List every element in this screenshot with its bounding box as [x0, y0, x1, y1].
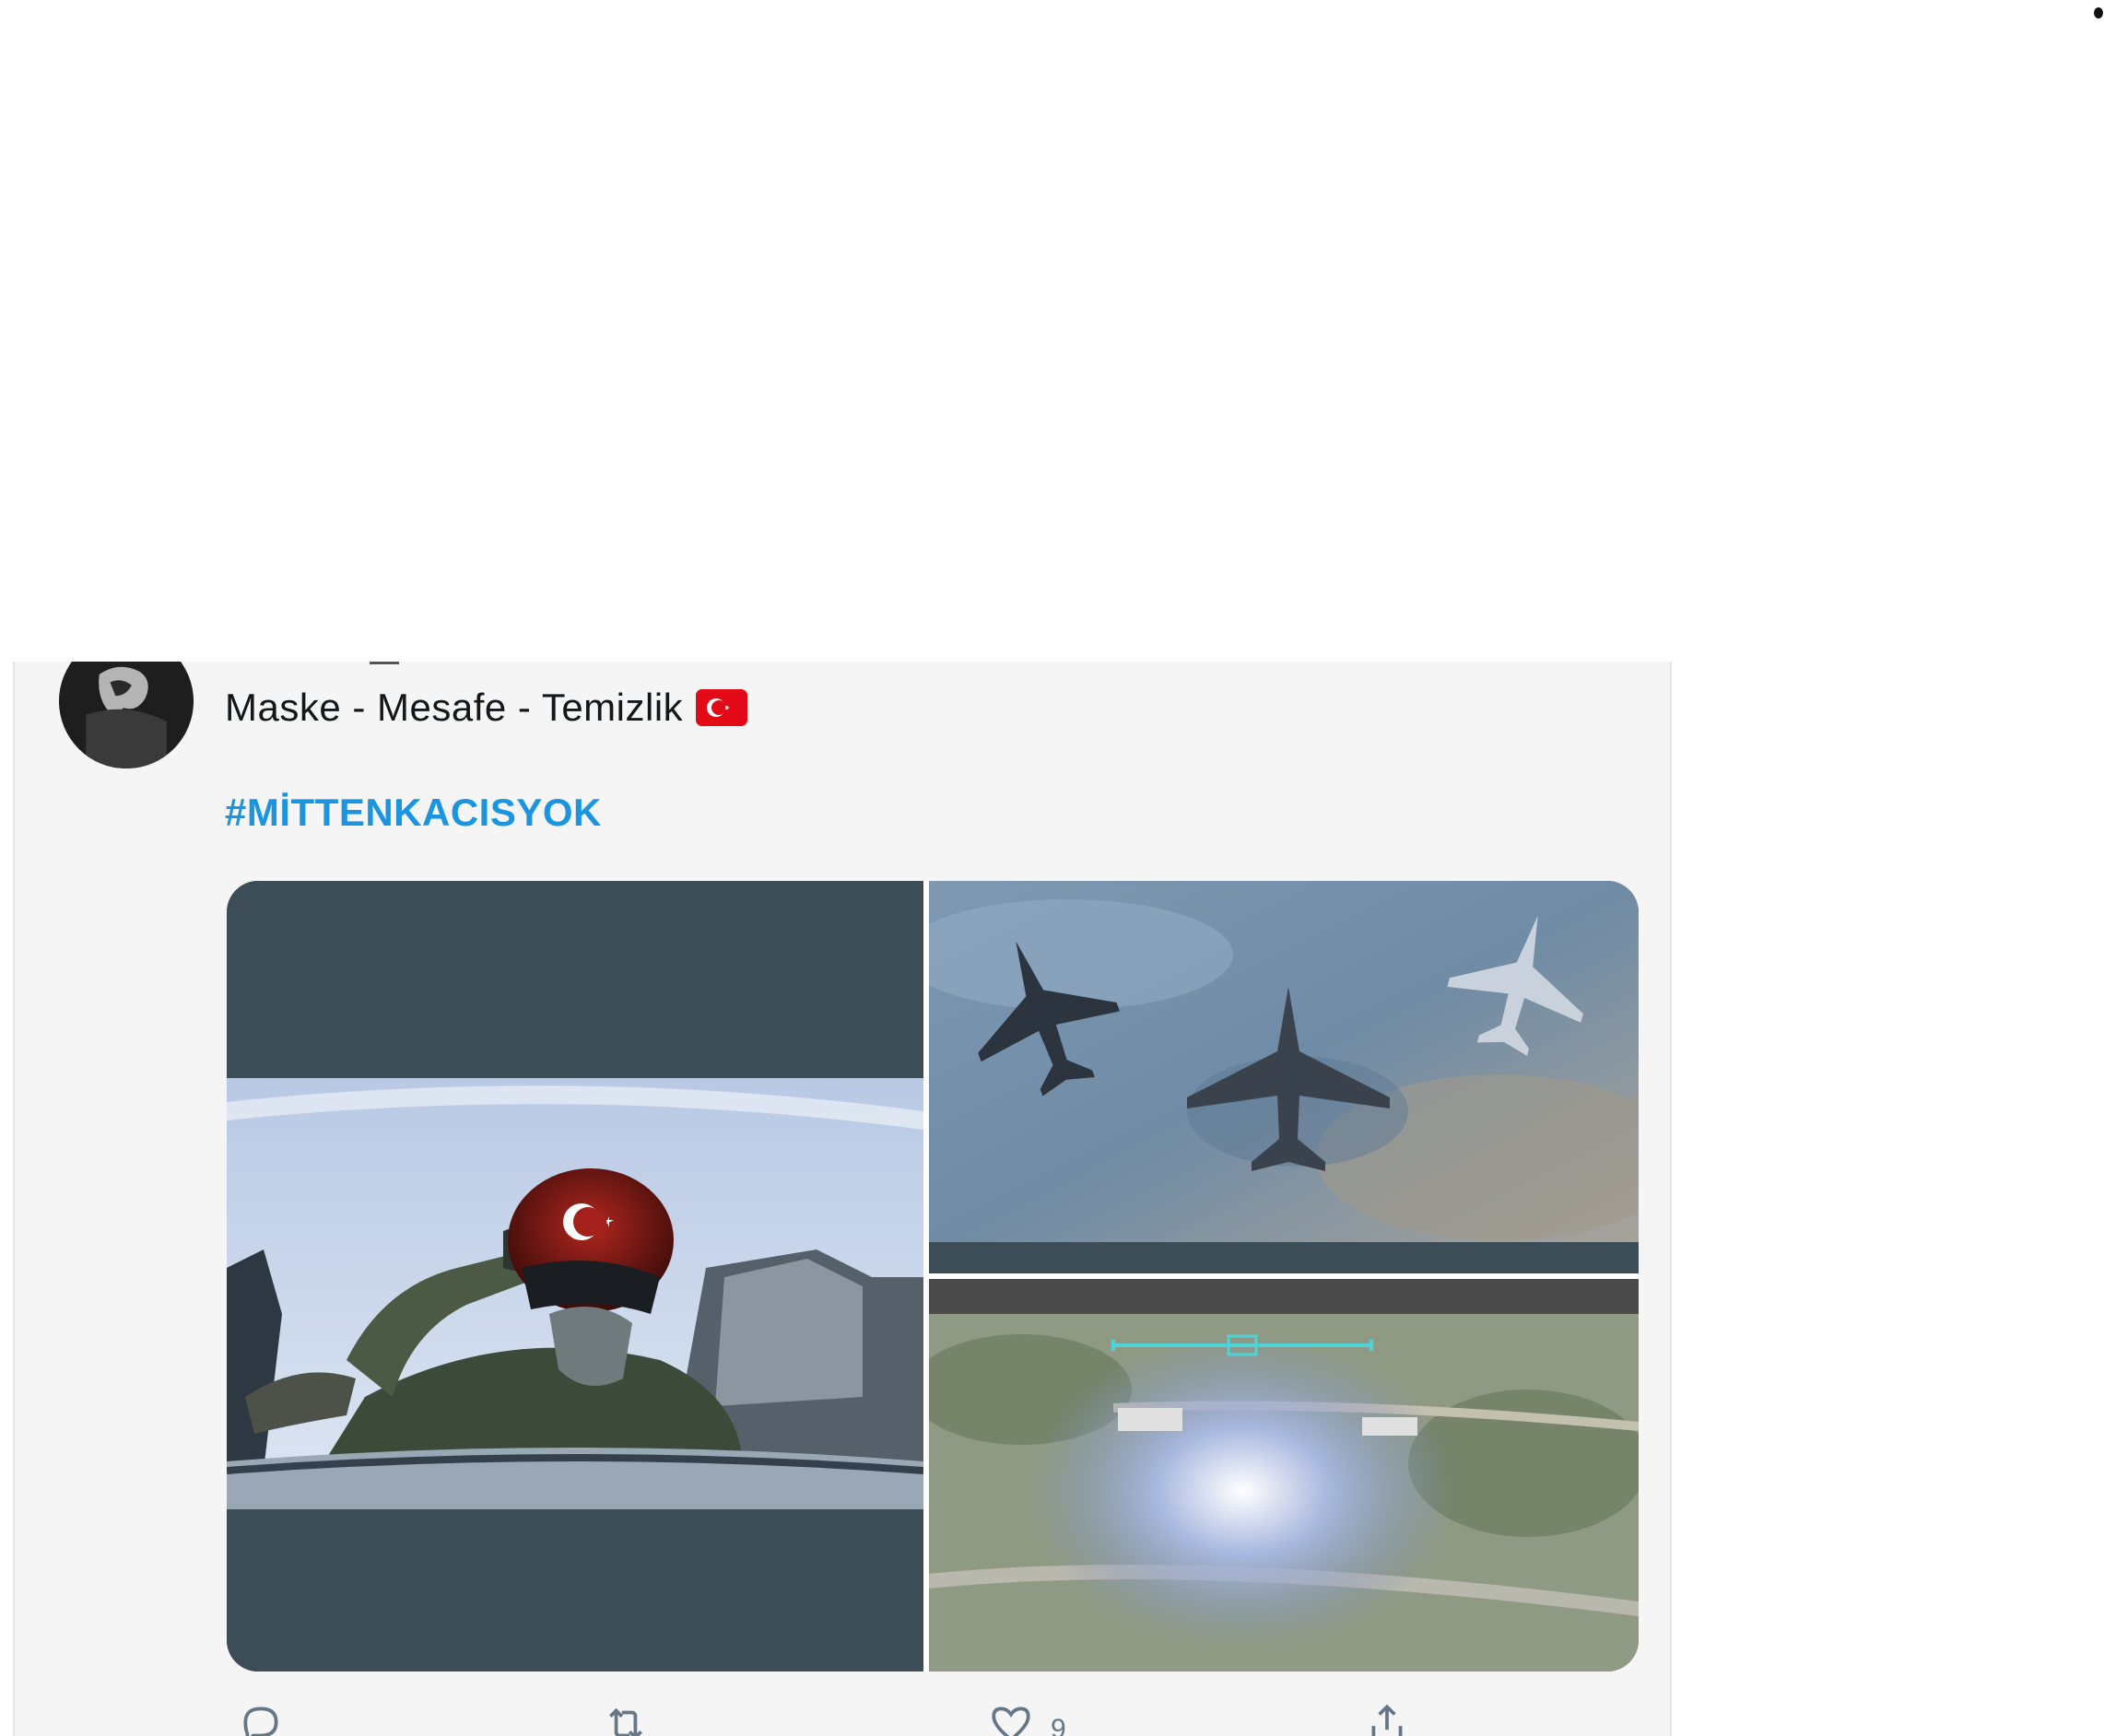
media-grid — [227, 881, 1639, 1671]
fighter-jets-formation-photo[interactable] — [929, 881, 1639, 1273]
tweet-card[interactable]: Maske - Mesafe - Temizlik #MİTTENKACISYO… — [13, 662, 1672, 1736]
like-count: 9 — [1051, 1714, 1066, 1736]
tweet-actions: 9 — [225, 1701, 1515, 1736]
avatar-image — [59, 662, 194, 768]
like-button[interactable]: 9 — [988, 1701, 1066, 1736]
tweet-text-content: Maske - Mesafe - Temizlik — [225, 686, 684, 729]
turkey-flag-icon — [696, 689, 748, 726]
share-button[interactable] — [1364, 1701, 1427, 1736]
hashtag-link[interactable]: #MİTTENKACISYOK — [225, 791, 602, 835]
retweet-icon — [609, 1707, 642, 1736]
share-icon — [1371, 1704, 1403, 1736]
stray-dot — [2094, 7, 2103, 18]
avatar[interactable] — [59, 662, 194, 768]
heart-icon — [992, 1707, 1030, 1736]
aerial-strike-photo[interactable] — [929, 1279, 1639, 1671]
username-fragment — [370, 662, 399, 664]
tweet-text: Maske - Mesafe - Temizlik — [225, 686, 748, 730]
retweet-button[interactable] — [603, 1701, 665, 1736]
pilot-saluting-photo[interactable] — [227, 881, 923, 1671]
reply-button[interactable] — [238, 1701, 300, 1736]
reply-icon — [243, 1707, 278, 1736]
